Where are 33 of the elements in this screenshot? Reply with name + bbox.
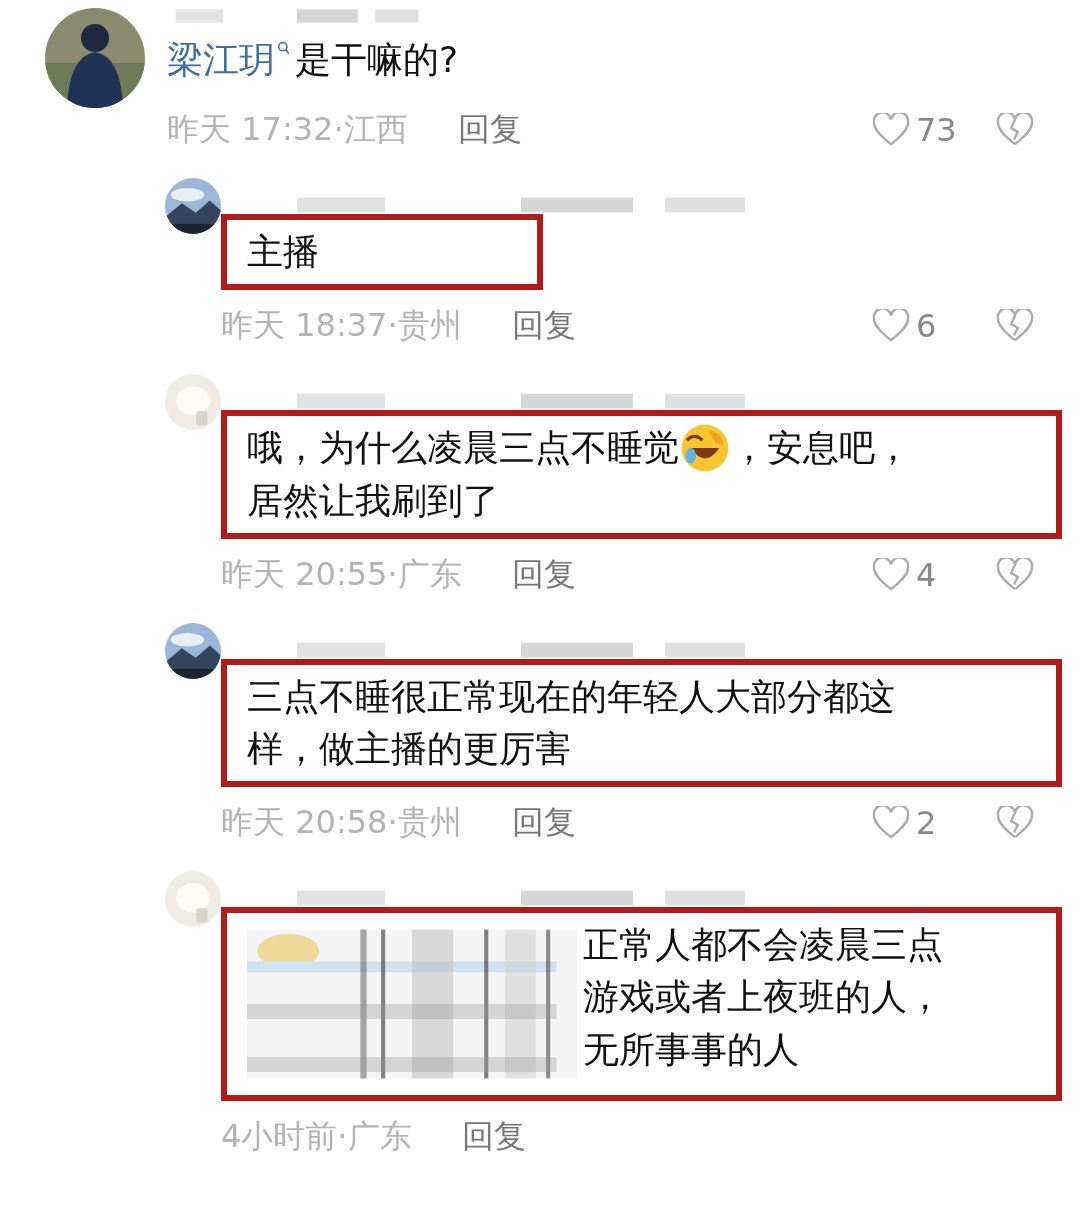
comment-text: 居然让我刷到了	[247, 478, 499, 523]
reply-link[interactable]: 回复	[511, 304, 576, 349]
reply-link[interactable]: 回复	[457, 108, 522, 153]
like-count: 73	[916, 111, 958, 150]
comment-time: 昨天 18:37·贵州	[221, 305, 462, 347]
heart-icon[interactable]	[872, 113, 910, 148]
comment-text: 正常人都不会凌晨三点	[583, 923, 943, 968]
broken-heart-icon[interactable]	[996, 806, 1034, 841]
comment-time: 昨天 20:55·广东	[221, 553, 462, 595]
comment-text: 主播	[247, 230, 319, 275]
like-count: 4	[916, 555, 938, 594]
reply-link[interactable]: 回复	[511, 552, 576, 597]
heart-icon[interactable]	[872, 557, 910, 592]
comment-text: 哦，为什么凌晨三点不睡觉	[247, 426, 679, 471]
broken-heart-icon[interactable]	[996, 309, 1034, 344]
comment-time: 昨天 20:58·贵州	[221, 802, 462, 844]
like-count: 2	[916, 804, 938, 843]
comment-text: ，安息吧，	[731, 426, 911, 471]
comment-text: 无所事事的人	[583, 1027, 799, 1072]
comment-text: 游戏或者上夜班的人，	[583, 975, 943, 1020]
comment-text: 样，做主播的更厉害	[247, 726, 571, 771]
comment-time: 4小时前·广东	[221, 1116, 412, 1158]
heart-icon[interactable]	[872, 309, 910, 344]
broken-heart-icon[interactable]	[996, 557, 1034, 592]
heart-icon[interactable]	[872, 806, 910, 841]
reply-link[interactable]: 回复	[511, 801, 576, 846]
comment-text: 三点不睡很正常现在的年轻人大部分都这	[247, 674, 895, 719]
mention-link[interactable]: 梁江玥	[167, 34, 275, 87]
comment-time: 昨天 17:32·江西	[167, 109, 408, 151]
broken-heart-icon[interactable]	[996, 113, 1034, 148]
like-count: 6	[916, 307, 938, 346]
comment-text: 是干嘛的?	[295, 38, 459, 82]
reply-link[interactable]: 回复	[461, 1115, 526, 1160]
